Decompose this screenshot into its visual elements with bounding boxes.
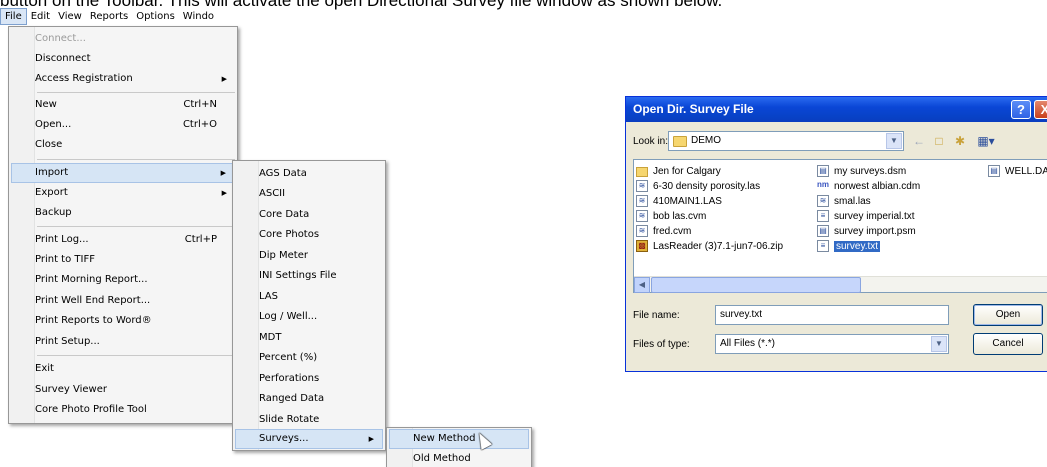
menu-item-old-method[interactable]: Old Method: [389, 449, 529, 467]
menu-item-core-photos[interactable]: Core Photos: [235, 225, 383, 245]
file-name-label: File name:: [633, 310, 680, 321]
list-item[interactable]: ≋ smal.las: [817, 194, 871, 209]
open-button[interactable]: Open: [973, 304, 1043, 326]
menu-item-ags-data[interactable]: AGS Data: [235, 164, 383, 184]
menu-item-core-data[interactable]: Core Data: [235, 205, 383, 225]
chevron-down-icon[interactable]: ▼: [931, 336, 947, 352]
close-button[interactable]: X: [1034, 100, 1047, 119]
cancel-button[interactable]: Cancel: [973, 333, 1043, 355]
up-folder-icon[interactable]: □: [931, 133, 947, 149]
list-item-selected[interactable]: ≡ survey.txt: [817, 239, 881, 254]
file-name-field[interactable]: survey.txt: [715, 305, 949, 325]
menu-item-access-registration[interactable]: Access Registration ▶: [11, 69, 235, 89]
menu-item-surveys[interactable]: Surveys... ▶: [235, 429, 383, 449]
look-in-dropdown[interactable]: DEMO ▼: [668, 131, 904, 151]
menu-options[interactable]: Options: [132, 8, 179, 25]
scroll-left-icon[interactable]: ◀: [634, 277, 650, 293]
menu-item-perforations[interactable]: Perforations: [235, 369, 383, 389]
menu-view[interactable]: View: [54, 8, 86, 25]
menu-item-new-method[interactable]: New Method: [389, 429, 529, 449]
cdm-file-icon: nm: [817, 180, 829, 192]
help-button[interactable]: ?: [1011, 100, 1031, 119]
menu-item-las[interactable]: LAS: [235, 287, 383, 307]
menu-item-new[interactable]: New Ctrl+N: [11, 95, 235, 115]
menu-file[interactable]: File: [0, 8, 27, 25]
menu-item-percent[interactable]: Percent (%): [235, 348, 383, 368]
menu-item-core-photo-profile-tool[interactable]: Core Photo Profile Tool: [11, 400, 235, 420]
cvm-file-icon: ≋: [636, 225, 648, 237]
folder-icon: [636, 167, 648, 177]
las-file-icon: ≋: [636, 180, 648, 192]
list-item[interactable]: ≋ 410MAIN1.LAS: [636, 194, 722, 209]
submenu-arrow-icon: ▶: [221, 75, 227, 83]
psm-file-icon: ▤: [817, 225, 829, 237]
menu-item-connect: Connect...: [35, 33, 86, 44]
files-of-type-label: Files of type:: [633, 339, 690, 350]
file-list[interactable]: Jen for Calgary ≋ 6-30 density porosity.l…: [633, 159, 1047, 293]
menu-item-ascii[interactable]: ASCII: [235, 184, 383, 204]
open-dir-survey-file-dialog: Open Dir. Survey File ? X Look in: DEMO …: [625, 96, 1047, 372]
menu-item-slide-rotate[interactable]: Slide Rotate: [235, 410, 383, 430]
list-item[interactable]: ≋ fred.cvm: [636, 224, 691, 239]
scrollbar-thumb[interactable]: [651, 277, 861, 293]
menu-item-log-well[interactable]: Log / Well...: [235, 307, 383, 327]
zip-file-icon: ▩: [636, 240, 648, 252]
back-arrow-icon[interactable]: ←: [911, 133, 927, 149]
menu-item-dip-meter[interactable]: Dip Meter: [235, 246, 383, 266]
horizontal-scrollbar[interactable]: ◀: [634, 276, 1047, 293]
menu-reports[interactable]: Reports: [86, 8, 132, 25]
menu-item-exit[interactable]: Exit: [11, 359, 235, 379]
menu-item-print-setup[interactable]: Print Setup...: [11, 332, 235, 352]
list-item[interactable]: ≋ bob las.cvm: [636, 209, 706, 224]
submenu-arrow-icon: ▶: [221, 189, 227, 197]
submenu-arrow-icon: ▶: [368, 435, 374, 443]
list-item[interactable]: Jen for Calgary: [636, 164, 721, 179]
submenu-arrow-icon: ▶: [220, 169, 226, 177]
view-menu-icon[interactable]: ▦▾: [974, 133, 998, 149]
menu-item-import[interactable]: Import ▶: [11, 163, 235, 183]
new-folder-icon[interactable]: ✱: [952, 133, 968, 149]
txt-file-icon: ≡: [817, 210, 829, 222]
import-submenu: AGS Data ASCII Core Data Core Photos Dip…: [232, 160, 386, 451]
chevron-down-icon[interactable]: ▼: [886, 133, 902, 149]
las-file-icon: ≋: [636, 195, 648, 207]
menu-item-open[interactable]: Open... Ctrl+O: [11, 115, 235, 135]
menu-edit[interactable]: Edit: [27, 8, 54, 25]
file-menu: Connect... Disconnect Access Registratio…: [8, 26, 238, 424]
menu-item-close[interactable]: Close: [11, 135, 235, 155]
menu-item-ranged-data[interactable]: Ranged Data: [235, 389, 383, 409]
list-item[interactable]: ▤ my surveys.dsm: [817, 164, 906, 179]
txt-file-icon: ≡: [817, 240, 829, 252]
menu-window[interactable]: Windo: [179, 8, 218, 25]
menu-item-print-reports-to-word[interactable]: Print Reports to Word®: [11, 311, 235, 331]
menu-item-ini-settings-file[interactable]: INI Settings File: [235, 266, 383, 286]
surveys-submenu: New Method Old Method: [386, 427, 532, 467]
list-item[interactable]: ▤ WELL.DA: [988, 164, 1047, 179]
dsm-file-icon: ▤: [817, 165, 829, 177]
list-item[interactable]: ≋ 6-30 density porosity.las: [636, 179, 760, 194]
list-item[interactable]: ▩ LasReader (3)7.1-jun7-06.zip: [636, 239, 783, 254]
menu-item-backup[interactable]: Backup: [11, 203, 235, 223]
look-in-label: Look in:: [633, 136, 669, 147]
list-item[interactable]: ▤ survey import.psm: [817, 224, 916, 239]
menu-item-print-well-end-report[interactable]: Print Well End Report...: [11, 291, 235, 311]
menu-item-survey-viewer[interactable]: Survey Viewer: [11, 380, 235, 400]
menu-item-print-log[interactable]: Print Log... Ctrl+P: [11, 230, 235, 250]
menu-bar: File Edit View Reports Options Windo: [0, 7, 236, 26]
menu-item-disconnect[interactable]: Disconnect: [11, 49, 235, 69]
dat-file-icon: ▤: [988, 165, 1000, 177]
menu-item-print-morning-report[interactable]: Print Morning Report...: [11, 270, 235, 290]
files-of-type-dropdown[interactable]: All Files (*.*) ▼: [715, 334, 949, 354]
menu-item-export[interactable]: Export ▶: [11, 183, 235, 203]
dialog-title: Open Dir. Survey File: [626, 97, 1047, 122]
menu-item-print-to-tiff[interactable]: Print to TIFF: [11, 250, 235, 270]
cvm-file-icon: ≋: [636, 210, 648, 222]
las-file-icon: ≋: [817, 195, 829, 207]
list-item[interactable]: ≡ survey imperial.txt: [817, 209, 915, 224]
menu-item-mdt[interactable]: MDT: [235, 328, 383, 348]
folder-icon: [673, 136, 687, 147]
list-item[interactable]: nm norwest albian.cdm: [817, 179, 920, 194]
